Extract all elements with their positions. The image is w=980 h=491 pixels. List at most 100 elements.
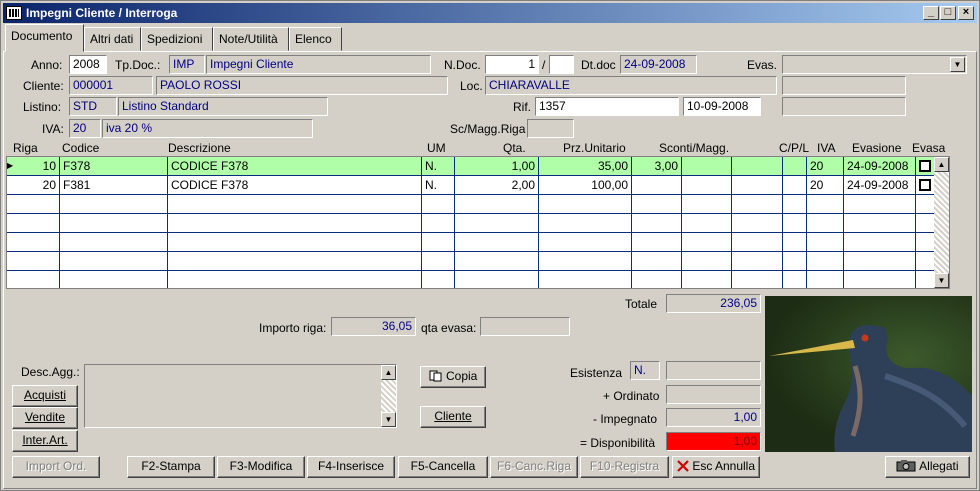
table-cell[interactable]: [539, 195, 632, 214]
table-cell[interactable]: 20: [807, 157, 844, 176]
table-cell[interactable]: [632, 252, 682, 271]
table-cell[interactable]: [455, 195, 539, 214]
table-cell[interactable]: [682, 233, 732, 252]
table-cell[interactable]: [783, 271, 807, 288]
table-cell[interactable]: [422, 233, 455, 252]
table-cell[interactable]: [916, 157, 935, 176]
table-cell[interactable]: [732, 214, 783, 233]
esc-annulla-button[interactable]: Esc Annulla: [672, 456, 760, 478]
rif-field[interactable]: 1357: [535, 97, 679, 116]
scroll-up-icon[interactable]: ▲: [934, 157, 949, 172]
table-cell[interactable]: [60, 252, 168, 271]
table-cell[interactable]: F378: [60, 157, 168, 176]
table-cell[interactable]: 100,00: [539, 176, 632, 195]
table-cell[interactable]: 10: [7, 157, 60, 176]
table-cell[interactable]: [7, 233, 60, 252]
table-cell[interactable]: [168, 252, 422, 271]
tab-altri-dati[interactable]: Altri dati: [84, 27, 141, 51]
table-cell[interactable]: [732, 176, 783, 195]
table-cell[interactable]: [539, 271, 632, 288]
allegati-button[interactable]: Allegati: [885, 456, 970, 478]
table-cell[interactable]: [632, 195, 682, 214]
table-cell[interactable]: CODICE F378: [168, 157, 422, 176]
scroll-down-icon[interactable]: ▼: [934, 273, 949, 288]
table-cell[interactable]: 1,00: [455, 157, 539, 176]
table-cell[interactable]: [539, 233, 632, 252]
table-cell[interactable]: N.: [422, 176, 455, 195]
tab-spedizioni[interactable]: Spedizioni: [141, 27, 213, 51]
tab-elenco[interactable]: Elenco: [289, 27, 342, 51]
table-cell[interactable]: [916, 252, 935, 271]
table-cell[interactable]: [682, 195, 732, 214]
table-cell[interactable]: 24-09-2008: [844, 157, 916, 176]
table-cell[interactable]: [844, 271, 916, 288]
table-cell[interactable]: [168, 271, 422, 288]
anno-field[interactable]: 2008: [69, 55, 107, 74]
desc-scroll-up-icon[interactable]: ▲: [381, 365, 396, 380]
table-cell[interactable]: [422, 195, 455, 214]
table-cell[interactable]: [783, 214, 807, 233]
table-cell[interactable]: [844, 252, 916, 271]
evasa-checkbox[interactable]: [919, 160, 931, 172]
table-cell[interactable]: [732, 252, 783, 271]
table-cell[interactable]: [539, 214, 632, 233]
inter-art-button[interactable]: Inter.Art.: [12, 430, 78, 452]
vendite-button[interactable]: Vendite: [12, 407, 78, 429]
table-cell[interactable]: [422, 271, 455, 288]
f6-canc-riga-button[interactable]: F6-Canc.Riga: [490, 456, 578, 478]
table-row[interactable]: [7, 214, 935, 233]
table-cell[interactable]: [632, 214, 682, 233]
table-cell[interactable]: [807, 233, 844, 252]
table-cell[interactable]: 20: [807, 176, 844, 195]
table-row[interactable]: [7, 233, 935, 252]
rif-date-field[interactable]: 10-09-2008: [683, 97, 761, 116]
table-cell[interactable]: [783, 176, 807, 195]
table-cell[interactable]: N.: [422, 157, 455, 176]
cliente-code-field[interactable]: 000001: [69, 76, 153, 95]
import-ord-button[interactable]: Import Ord.: [12, 456, 100, 478]
table-cell[interactable]: [783, 252, 807, 271]
table-cell[interactable]: [422, 214, 455, 233]
table-cell[interactable]: 35,00: [539, 157, 632, 176]
table-cell[interactable]: [807, 271, 844, 288]
table-row[interactable]: [7, 252, 935, 271]
table-cell[interactable]: 2,00: [455, 176, 539, 195]
table-cell[interactable]: [916, 195, 935, 214]
table-cell[interactable]: [916, 233, 935, 252]
table-cell[interactable]: [455, 252, 539, 271]
maximize-button[interactable]: □: [940, 6, 956, 20]
dtdoc-field[interactable]: 24-09-2008: [620, 55, 697, 74]
table-cell[interactable]: [916, 214, 935, 233]
table-cell[interactable]: [7, 271, 60, 288]
table-cell[interactable]: [732, 195, 783, 214]
tpdoc-code-field[interactable]: IMP: [169, 55, 205, 74]
table-cell[interactable]: [168, 195, 422, 214]
scmagg-field[interactable]: [527, 119, 574, 138]
table-cell[interactable]: [682, 176, 732, 195]
table-cell[interactable]: [807, 214, 844, 233]
table-cell[interactable]: [916, 271, 935, 288]
desc-agg-textarea[interactable]: ▲ ▼: [84, 364, 397, 428]
table-cell[interactable]: [844, 233, 916, 252]
ndoc-field[interactable]: 1: [485, 55, 539, 74]
vertical-scrollbar[interactable]: ▲ ▼: [934, 157, 949, 288]
table-cell[interactable]: [60, 195, 168, 214]
cliente-button[interactable]: Cliente: [420, 406, 486, 428]
f10-registra-button[interactable]: F10-Registra: [580, 456, 669, 478]
tab-documento[interactable]: Documento: [5, 24, 84, 52]
table-cell[interactable]: F381: [60, 176, 168, 195]
evas-select[interactable]: [782, 55, 967, 74]
table-cell[interactable]: [844, 195, 916, 214]
table-cell[interactable]: [455, 233, 539, 252]
table-cell[interactable]: [732, 157, 783, 176]
table-cell[interactable]: [632, 233, 682, 252]
iva-code-field[interactable]: 20: [69, 119, 101, 138]
table-cell[interactable]: [60, 233, 168, 252]
f5-cancella-button[interactable]: F5-Cancella: [398, 456, 488, 478]
table-cell[interactable]: [60, 271, 168, 288]
table-cell[interactable]: [682, 252, 732, 271]
rows-grid[interactable]: 10 F378 CODICE F378 N. 1,00 35,00 3,00 20 24-09-…: [6, 156, 950, 289]
table-cell[interactable]: [844, 214, 916, 233]
table-cell[interactable]: [455, 271, 539, 288]
table-cell[interactable]: [807, 195, 844, 214]
